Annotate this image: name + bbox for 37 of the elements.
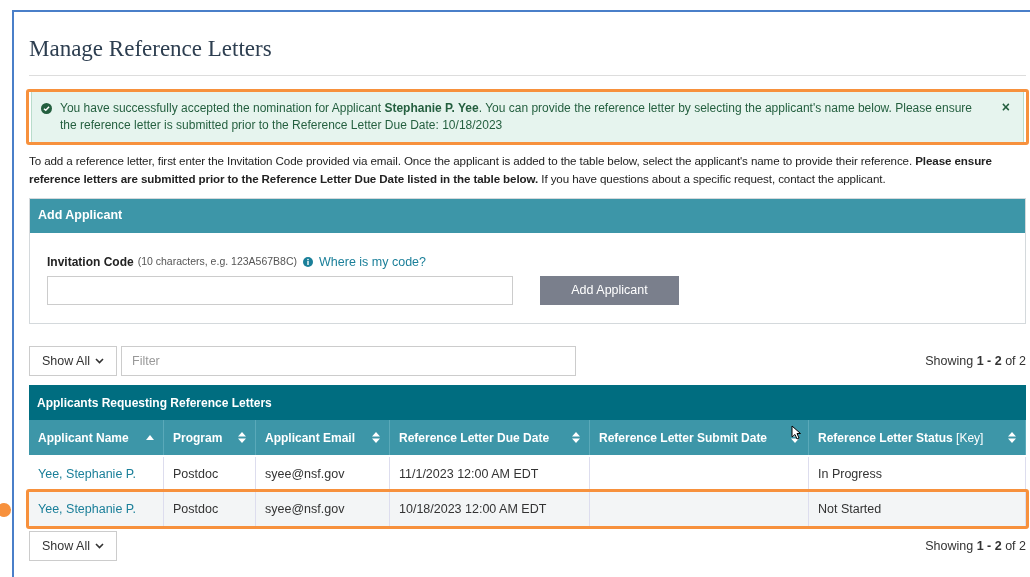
panel-title: Add Applicant <box>38 207 123 225</box>
table-cell-text: syee@nsf.gov <box>265 500 345 518</box>
filter-field[interactable]: Filter <box>121 346 576 377</box>
table-cell-text: syee@nsf.gov <box>265 465 345 483</box>
chevron-down-icon <box>95 358 104 365</box>
page-title: Manage Reference Letters <box>29 12 1026 76</box>
sort-ascending-icon[interactable] <box>146 435 154 441</box>
table-cell-text: Not Started <box>818 500 882 518</box>
column-header[interactable]: Reference Letter Status [Key] <box>809 420 1026 456</box>
check-circle-icon <box>41 102 52 114</box>
table-cell-text: 11/1/2023 12:00 AM EDT <box>399 465 539 483</box>
table-cell-text: In Progress <box>818 465 882 483</box>
invitation-code-field[interactable] <box>47 276 513 306</box>
result-count: Showing 1 - 2 of 2 <box>925 352 1026 370</box>
column-header[interactable]: Applicant Email <box>256 420 390 456</box>
field-hint: (10 characters, e.g. 123A567B8C) <box>137 254 297 269</box>
instructions-text: To add a reference letter, first enter the Invitation Code provided via email. Once the applicant is added to the table below, select the applicant's name to provide their reference. Please ensure reference letters are submitted prior to the Reference Letter Due Date listed in the table below. If you have questions about a specific request, contact the applicant. <box>29 152 993 187</box>
column-header[interactable]: Reference Letter Due Date <box>390 420 590 456</box>
applicant-link[interactable]: Yee, Stephanie P. <box>38 464 136 484</box>
table-cell-text: 10/18/2023 12:00 AM EDT <box>399 500 547 518</box>
page-size-select[interactable]: Show All <box>29 346 117 377</box>
add-applicant-button[interactable]: Add Applicant <box>540 276 679 306</box>
alert-message: You have successfully accepted the nomination for Applicant Stephanie P. Yee. You can provide the reference letter by selecting the applicant's name below. Please ensure the reference letter is submitted prior to the Reference Letter Due Date: 10/18/2023 <box>60 99 973 134</box>
table-cell-text: Postdoc <box>173 500 219 518</box>
chevron-down-icon <box>95 543 104 550</box>
table-title: Applicants Requesting Reference Letters <box>37 394 272 412</box>
help-link[interactable]: Where is my code? <box>319 252 426 272</box>
info-icon <box>303 256 313 267</box>
result-count: Showing 1 - 2 of 2 <box>925 537 1026 555</box>
applicant-link[interactable]: Yee, Stephanie P. <box>38 499 136 519</box>
close-button[interactable]: × <box>997 99 1014 114</box>
column-header[interactable]: Applicant Name <box>29 420 164 456</box>
column-header[interactable]: Program <box>164 420 256 456</box>
field-label: Invitation Code <box>47 253 134 271</box>
mouse-cursor-icon <box>791 425 801 441</box>
table-cell-text: Postdoc <box>173 465 219 483</box>
page-size-select[interactable]: Show All <box>29 531 117 562</box>
